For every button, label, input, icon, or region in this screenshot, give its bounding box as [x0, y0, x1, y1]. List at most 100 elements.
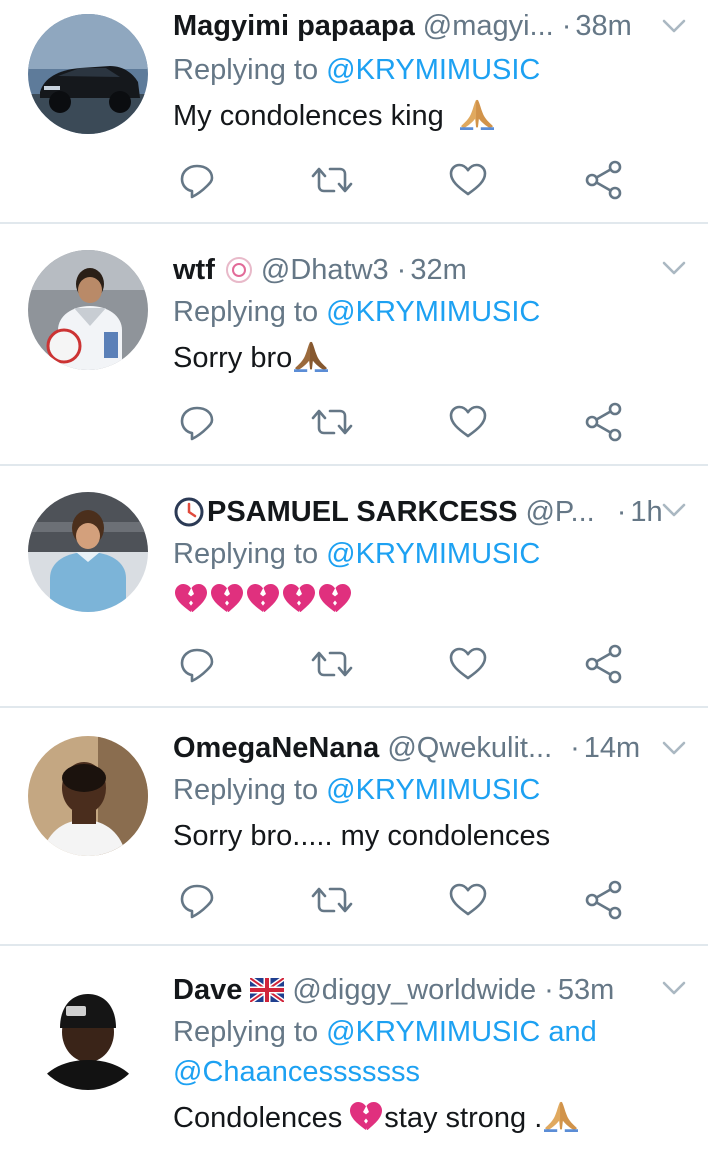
tweet-5[interactable]: Dave @diggy_worldwide · 53m Replying to … [0, 946, 708, 1149]
tweet-text: Sorry bro [173, 338, 668, 378]
retweet-icon[interactable] [310, 642, 354, 686]
broken-heart-emoji-icon [173, 582, 209, 614]
chevron-down-icon[interactable] [660, 970, 688, 1006]
tweet-text: Condolences stay strong . [173, 1098, 668, 1138]
broken-heart-emoji-icon [281, 582, 317, 614]
replying-to-prefix: Replying to [173, 54, 319, 86]
timestamp[interactable]: 32m [410, 254, 466, 287]
tweet-actions [173, 642, 633, 686]
mention-link[interactable]: @KRYMIMUSIC [326, 1016, 540, 1048]
replying-to: Replying to @KRYMIMUSIC [173, 534, 648, 574]
tweet-text-part-1: Condolences [173, 1102, 343, 1134]
timestamp[interactable]: 38m [575, 10, 631, 43]
tweet-text-content: My condolences king [173, 100, 444, 132]
replying-to-prefix: Replying to [173, 296, 319, 328]
retweet-icon[interactable] [310, 400, 354, 444]
tweet-header: PSAMUEL SARKCESS @P... · 1h [173, 494, 688, 530]
broken-heart-emoji-icon [348, 1100, 384, 1132]
tweet-text-content: Sorry bro [173, 342, 293, 374]
uk-flag-emoji-icon [250, 978, 285, 1002]
avatar[interactable] [28, 250, 148, 370]
separator-dot: · [570, 731, 580, 764]
separator-dot: · [561, 9, 572, 42]
avatar[interactable] [28, 736, 148, 856]
display-name[interactable]: OmegaNeNana [173, 732, 379, 765]
replying-to: Replying to @KRYMIMUSIC [173, 292, 648, 332]
like-icon[interactable] [446, 158, 490, 202]
timestamp[interactable]: 53m [558, 974, 614, 1007]
user-handle[interactable]: @Dhatw3 [261, 254, 389, 287]
broken-hearts-emoji-row [173, 582, 353, 614]
user-handle[interactable]: @magyi... [423, 10, 554, 43]
retweet-icon[interactable] [310, 158, 354, 202]
reply-icon[interactable] [175, 642, 219, 686]
mention-link[interactable]: @KRYMIMUSIC [326, 296, 540, 328]
timestamp[interactable]: 1h [630, 496, 662, 529]
user-handle[interactable]: @Qwekulit... [387, 732, 552, 765]
peppermint-candy-emoji-icon [225, 257, 252, 283]
display-name[interactable]: wtf [173, 254, 215, 287]
replying-to: Replying to @KRYMIMUSIC [173, 50, 648, 90]
tweet-header: Dave @diggy_worldwide · 53m [173, 972, 688, 1008]
mention-link[interactable]: @KRYMIMUSIC [326, 54, 540, 86]
chevron-down-icon[interactable] [660, 250, 688, 286]
user-handle[interactable]: @P... [525, 496, 594, 529]
mention-link[interactable]: @KRYMIMUSIC [326, 774, 540, 806]
replying-to: Replying to @KRYMIMUSIC and @Chaancessss… [173, 1012, 628, 1092]
tweet-text [173, 582, 668, 618]
separator-dot: · [396, 253, 407, 286]
like-icon[interactable] [446, 400, 490, 444]
tweet-4[interactable]: OmegaNeNana @Qwekulit... · 14m Replying … [0, 708, 708, 944]
replying-to-prefix: Replying to [173, 538, 319, 570]
tweet-header: wtf @Dhatw3 · 32m [173, 252, 688, 288]
tweet-header: OmegaNeNana @Qwekulit... · 14m [173, 730, 688, 766]
tweet-text-content: Sorry bro..... my condolences [173, 820, 551, 852]
tweet-2[interactable]: wtf @Dhatw3 · 32m Replying to @KRYMIMUSI… [0, 224, 708, 464]
broken-heart-emoji-icon [317, 582, 353, 614]
avatar[interactable] [28, 14, 148, 134]
share-icon[interactable] [582, 158, 626, 202]
retweet-icon[interactable] [310, 878, 354, 922]
broken-heart-emoji-icon [209, 582, 245, 614]
replying-to: Replying to @KRYMIMUSIC [173, 770, 648, 810]
replying-to-prefix: Replying to [173, 774, 319, 806]
share-icon[interactable] [582, 642, 626, 686]
tweet-actions [173, 158, 633, 202]
timestamp[interactable]: 14m [584, 732, 640, 765]
broken-heart-emoji-icon [245, 582, 281, 614]
tweet-text: My condolences king [173, 96, 668, 136]
mention-link-2[interactable]: @Chaancesssssss [173, 1056, 420, 1088]
replying-to-prefix: Replying to [173, 1016, 319, 1048]
share-icon[interactable] [582, 878, 626, 922]
folded-hands-emoji-icon [458, 97, 496, 131]
folded-hands-emoji-icon [292, 339, 330, 373]
tweet-actions [173, 400, 633, 444]
chevron-down-icon[interactable] [660, 8, 688, 44]
tweet-text-part-2: stay strong . [384, 1102, 543, 1134]
display-name[interactable]: PSAMUEL SARKCESS [207, 496, 517, 529]
share-icon[interactable] [582, 400, 626, 444]
chevron-down-icon[interactable] [660, 492, 688, 528]
replying-and: and [548, 1016, 597, 1048]
tweet-1[interactable]: Magyimi papaapa @magyi... · 38m Replying… [0, 0, 708, 222]
reply-icon[interactable] [175, 878, 219, 922]
separator-dot: · [616, 495, 627, 528]
like-icon[interactable] [446, 642, 490, 686]
tweet-header: Magyimi papaapa @magyi... · 38m [173, 8, 688, 44]
tweet-text: Sorry bro..... my condolences [173, 816, 668, 856]
chevron-down-icon[interactable] [660, 730, 688, 766]
reply-icon[interactable] [175, 400, 219, 444]
like-icon[interactable] [446, 878, 490, 922]
display-name[interactable]: Magyimi papaapa [173, 10, 415, 43]
reply-icon[interactable] [175, 158, 219, 202]
clock-emoji-icon [174, 497, 204, 527]
user-handle[interactable]: @diggy_worldwide [292, 974, 536, 1007]
display-name[interactable]: Dave [173, 974, 242, 1007]
avatar[interactable] [28, 492, 148, 612]
tweet-3[interactable]: PSAMUEL SARKCESS @P... · 1h Replying to … [0, 466, 708, 706]
mention-link[interactable]: @KRYMIMUSIC [326, 538, 540, 570]
tweet-actions [173, 878, 633, 922]
folded-hands-emoji-icon [542, 1099, 580, 1133]
separator-dot: · [544, 973, 554, 1006]
avatar[interactable] [28, 970, 148, 1090]
